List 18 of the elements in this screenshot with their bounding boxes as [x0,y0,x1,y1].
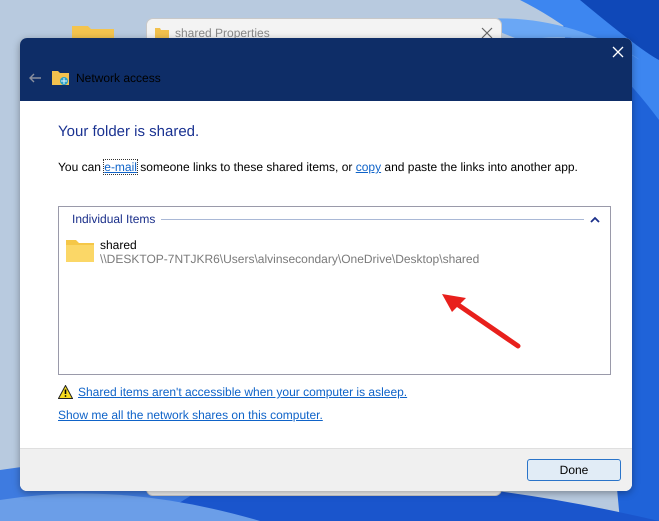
link[interactable]: copy [356,160,382,174]
dialog-title: Network access [76,71,161,85]
warning-link[interactable]: Shared items aren't accessible when your computer is asleep. [78,385,408,399]
network-shares-link[interactable]: Show me all the network shares on this computer. [58,408,323,422]
chevron-icon[interactable] [590,216,600,222]
back-arrow-icon[interactable] [28,73,42,83]
network-folder-icon [52,70,70,86]
done-button[interactable]: Done [527,459,621,481]
folder-icon [66,238,94,262]
item-name: shared [100,238,138,252]
warning-icon [58,385,73,399]
item-path: \\DESKTOP-7NTJKR6\Users\alvinsecondary\OneDrive\Desktop\shared [100,252,480,266]
message-text: You can e-mail someone links to these shared items, or copy and paste the links into another app. [58,160,579,174]
link[interactable]: e-mail [104,160,137,174]
group-title: Individual Items [72,212,156,226]
close-icon[interactable] [481,27,493,39]
heading: Your folder is shared. [58,123,200,140]
window-title: shared Properties [175,26,271,40]
